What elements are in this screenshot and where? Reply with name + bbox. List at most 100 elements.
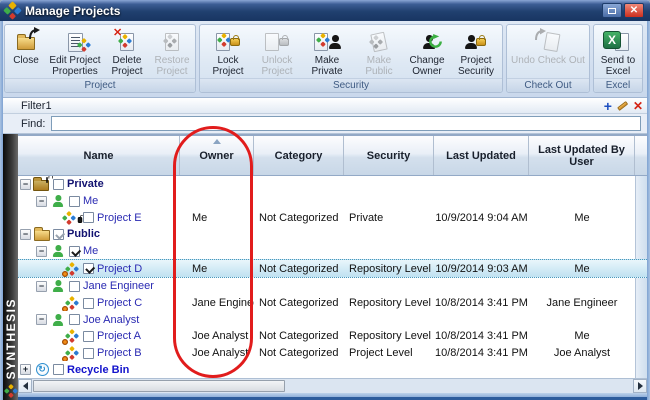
row-name-label[interactable]: Project A <box>97 330 141 342</box>
column-header-security[interactable]: Security <box>344 136 434 175</box>
row-name-label[interactable]: Private <box>67 178 104 190</box>
row-checkbox[interactable] <box>83 212 94 223</box>
manage-projects-window: Manage Projects ✕ CloseEdit Project Prop… <box>0 0 650 400</box>
collapse-icon[interactable]: − <box>36 246 47 257</box>
restore-project-button: Restore Project <box>150 27 194 78</box>
table-row-me[interactable]: − Me <box>18 243 647 260</box>
add-filter-icon[interactable]: + <box>604 100 612 112</box>
find-input[interactable] <box>51 116 641 131</box>
column-header-category[interactable]: Category <box>254 136 344 175</box>
table-row-project-d[interactable]: Project DMeNot CategorizedRepository Lev… <box>18 259 647 278</box>
row-checkbox[interactable] <box>69 281 80 292</box>
row-checkbox[interactable] <box>69 196 80 207</box>
horizontal-scrollbar[interactable] <box>18 378 647 393</box>
make-public-icon <box>363 28 395 56</box>
table-row-project-a[interactable]: Project AJoe AnalystNot CategorizedRepos… <box>18 328 647 345</box>
row-checkbox[interactable] <box>69 246 80 257</box>
restore-project-icon <box>156 28 188 56</box>
table-row-project-e[interactable]: Project EMeNot CategorizedPrivate10/9/20… <box>18 209 647 226</box>
cell-last-updated <box>434 311 529 328</box>
row-name-label[interactable]: Me <box>83 195 98 207</box>
row-checkbox[interactable] <box>53 364 64 375</box>
project-security-icon <box>460 28 492 56</box>
row-name-label[interactable]: Project C <box>97 297 142 309</box>
row-name-label[interactable]: Project B <box>97 347 142 359</box>
row-name-label[interactable]: Public <box>67 228 100 240</box>
lock-project-button[interactable]: Lock Project <box>201 27 255 78</box>
table-row-project-c[interactable]: Project CJane EngineerNot CategorizedRep… <box>18 295 647 312</box>
row-checkbox[interactable] <box>83 331 94 342</box>
project-security-button[interactable]: Project Security <box>451 27 501 78</box>
folder-open-icon <box>34 227 50 242</box>
close-button[interactable]: Close <box>6 27 46 78</box>
cell-last-updated-by-user: Me <box>529 328 635 345</box>
cell-last-updated-by-user <box>529 193 635 210</box>
collapse-icon[interactable]: − <box>36 314 47 325</box>
expand-icon[interactable]: + <box>20 364 31 375</box>
table-row-joe-analyst[interactable]: − Joe Analyst <box>18 311 647 328</box>
cell-last-updated-by-user <box>529 311 635 328</box>
column-header-name[interactable]: Name <box>18 136 180 175</box>
send-to-excel-button[interactable]: X Send to Excel <box>595 27 641 78</box>
cell-owner <box>180 311 254 328</box>
make-private-icon <box>311 28 343 56</box>
make-public-button: Make Public <box>355 27 403 78</box>
row-name-label[interactable]: Joe Analyst <box>83 314 139 326</box>
maximize-button[interactable] <box>602 3 622 18</box>
row-name-label[interactable]: Project D <box>97 263 142 275</box>
collapse-icon[interactable]: − <box>36 196 47 207</box>
row-checkbox[interactable] <box>53 179 64 190</box>
cell-security <box>344 361 434 378</box>
row-checkbox[interactable] <box>83 298 94 309</box>
change-owner-button[interactable]: Change Owner <box>403 27 451 78</box>
table-row-me[interactable]: − Me <box>18 193 647 210</box>
row-checkbox[interactable] <box>69 314 80 325</box>
column-header-owner[interactable]: Owner <box>180 136 254 175</box>
cell-last-updated-by-user <box>529 176 635 193</box>
scroll-right-button[interactable] <box>633 379 647 393</box>
table-row-public[interactable]: − Public <box>18 226 647 243</box>
collapse-icon[interactable]: − <box>36 281 47 292</box>
table-row-recycle-bin[interactable]: +↻Recycle Bin <box>18 361 647 378</box>
row-name-label[interactable]: Me <box>83 245 98 257</box>
row-checkbox[interactable] <box>53 229 64 240</box>
scrollbar-track[interactable] <box>285 379 633 393</box>
cell-last-updated-by-user <box>529 361 635 378</box>
row-name-label[interactable]: Project E <box>97 212 142 224</box>
delete-project-button[interactable]: ✕Delete Project <box>104 27 150 78</box>
row-name-label[interactable]: Recycle Bin <box>67 364 129 376</box>
collapse-icon[interactable]: − <box>20 179 31 190</box>
column-header-label: Owner <box>199 150 233 162</box>
ribbon-button-label: Project Security <box>452 56 500 77</box>
app-logo-icon <box>3 1 21 19</box>
ribbon-button-label: Send to Excel <box>596 56 640 77</box>
column-header-last-updated[interactable]: Last Updated <box>434 136 529 175</box>
column-header-last-updated-by-user[interactable]: Last Updated By User <box>529 136 635 175</box>
row-checkbox[interactable] <box>83 348 94 359</box>
table-row-jane-engineer[interactable]: − Jane Engineer <box>18 278 647 295</box>
cell-security <box>344 193 434 210</box>
find-bar: Find: <box>3 114 647 134</box>
table-row-project-b[interactable]: Project BJoe AnalystNot CategorizedProje… <box>18 345 647 362</box>
scroll-left-button[interactable] <box>18 379 32 393</box>
make-private-button[interactable]: Make Private <box>299 27 355 78</box>
column-header-label: Last Updated By User <box>532 144 631 168</box>
edit-project-properties-button[interactable]: Edit Project Properties <box>46 27 104 78</box>
excel-logo-icon: X <box>603 31 621 49</box>
delete-filter-icon[interactable]: ✕ <box>633 100 643 112</box>
pinwheel-icon <box>163 34 177 48</box>
cell-owner: Me <box>180 209 254 226</box>
column-header-label: Last Updated <box>446 150 516 162</box>
cell-last-updated-by-user: Jane Engineer <box>529 295 635 312</box>
collapse-icon[interactable]: − <box>20 229 31 240</box>
scrollbar-thumb[interactable] <box>33 380 285 392</box>
close-window-button[interactable]: ✕ <box>624 3 644 18</box>
row-checkbox[interactable] <box>83 263 94 274</box>
filter-name[interactable]: Filter1 <box>21 100 52 112</box>
table-row-private[interactable]: − Private <box>18 176 647 193</box>
project-icon <box>64 329 80 344</box>
row-name-label[interactable]: Jane Engineer <box>83 280 154 292</box>
user-icon <box>50 244 66 259</box>
edit-filter-icon[interactable] <box>617 101 628 111</box>
cell-owner <box>180 278 254 295</box>
